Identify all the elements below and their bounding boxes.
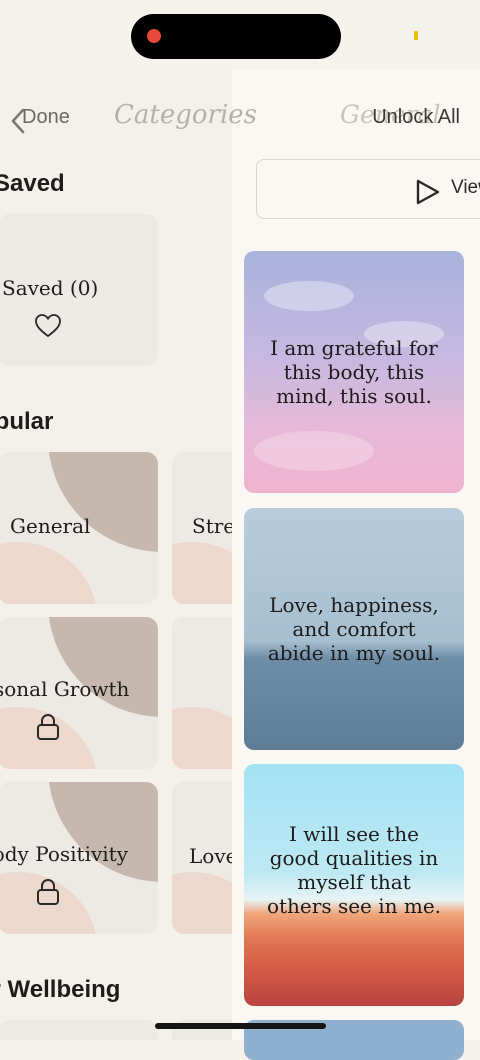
lock-icon — [37, 878, 59, 905]
category-tile[interactable] — [0, 1020, 158, 1040]
play-icon — [416, 179, 440, 205]
view-button[interactable]: View — [256, 159, 480, 219]
done-button[interactable]: Done — [22, 106, 70, 129]
category-label: Personal Growth — [0, 677, 130, 701]
category-tile-love[interactable]: Love — [172, 782, 232, 934]
affirmation-text: Love, happiness, and comfort abide in my… — [267, 593, 441, 665]
category-tile-general[interactable]: General — [0, 452, 158, 604]
status-indicator — [414, 31, 418, 40]
category-tile-stress[interactable]: Stress — [172, 452, 232, 604]
category-label: Love — [189, 844, 232, 868]
category-tile-saved[interactable]: Saved (0) — [0, 214, 158, 366]
category-label: General — [10, 514, 91, 538]
affirmation-card[interactable]: I will see the good qualities in myself … — [244, 764, 464, 1006]
home-indicator[interactable] — [155, 1023, 326, 1029]
section-title-saved: Saved — [0, 170, 65, 197]
section-title-popular: Popular — [0, 408, 54, 435]
category-label: Body Positivity — [0, 842, 129, 866]
unlock-all-button[interactable]: Unlock All — [372, 106, 460, 129]
dynamic-island — [131, 14, 341, 59]
section-title-wellbeing: Your Wellbeing — [0, 976, 121, 1003]
category-tile[interactable] — [172, 617, 232, 769]
category-tile-personal-growth[interactable]: Personal Growth — [0, 617, 158, 769]
category-label: Stress — [192, 514, 232, 538]
categories-title: Categories — [114, 100, 257, 130]
categories-panel: Saved Saved (0) Popular General Stress P… — [0, 70, 232, 1040]
affirmation-card[interactable]: Love, happiness, and comfort abide in my… — [244, 508, 464, 750]
affirmation-text: I am grateful for this body, this mind, … — [270, 336, 438, 408]
category-label: Saved (0) — [2, 276, 99, 300]
status-bar — [0, 0, 480, 70]
screen-recording-indicator — [147, 29, 161, 43]
affirmation-text: I will see the good qualities in myself … — [266, 822, 442, 918]
affirmation-card[interactable]: I am grateful for this body, this mind, … — [244, 251, 464, 493]
heart-icon — [35, 314, 61, 338]
view-button-label: View — [451, 177, 480, 198]
lock-icon — [37, 713, 59, 740]
category-tile-body-positivity[interactable]: Body Positivity — [0, 782, 158, 934]
